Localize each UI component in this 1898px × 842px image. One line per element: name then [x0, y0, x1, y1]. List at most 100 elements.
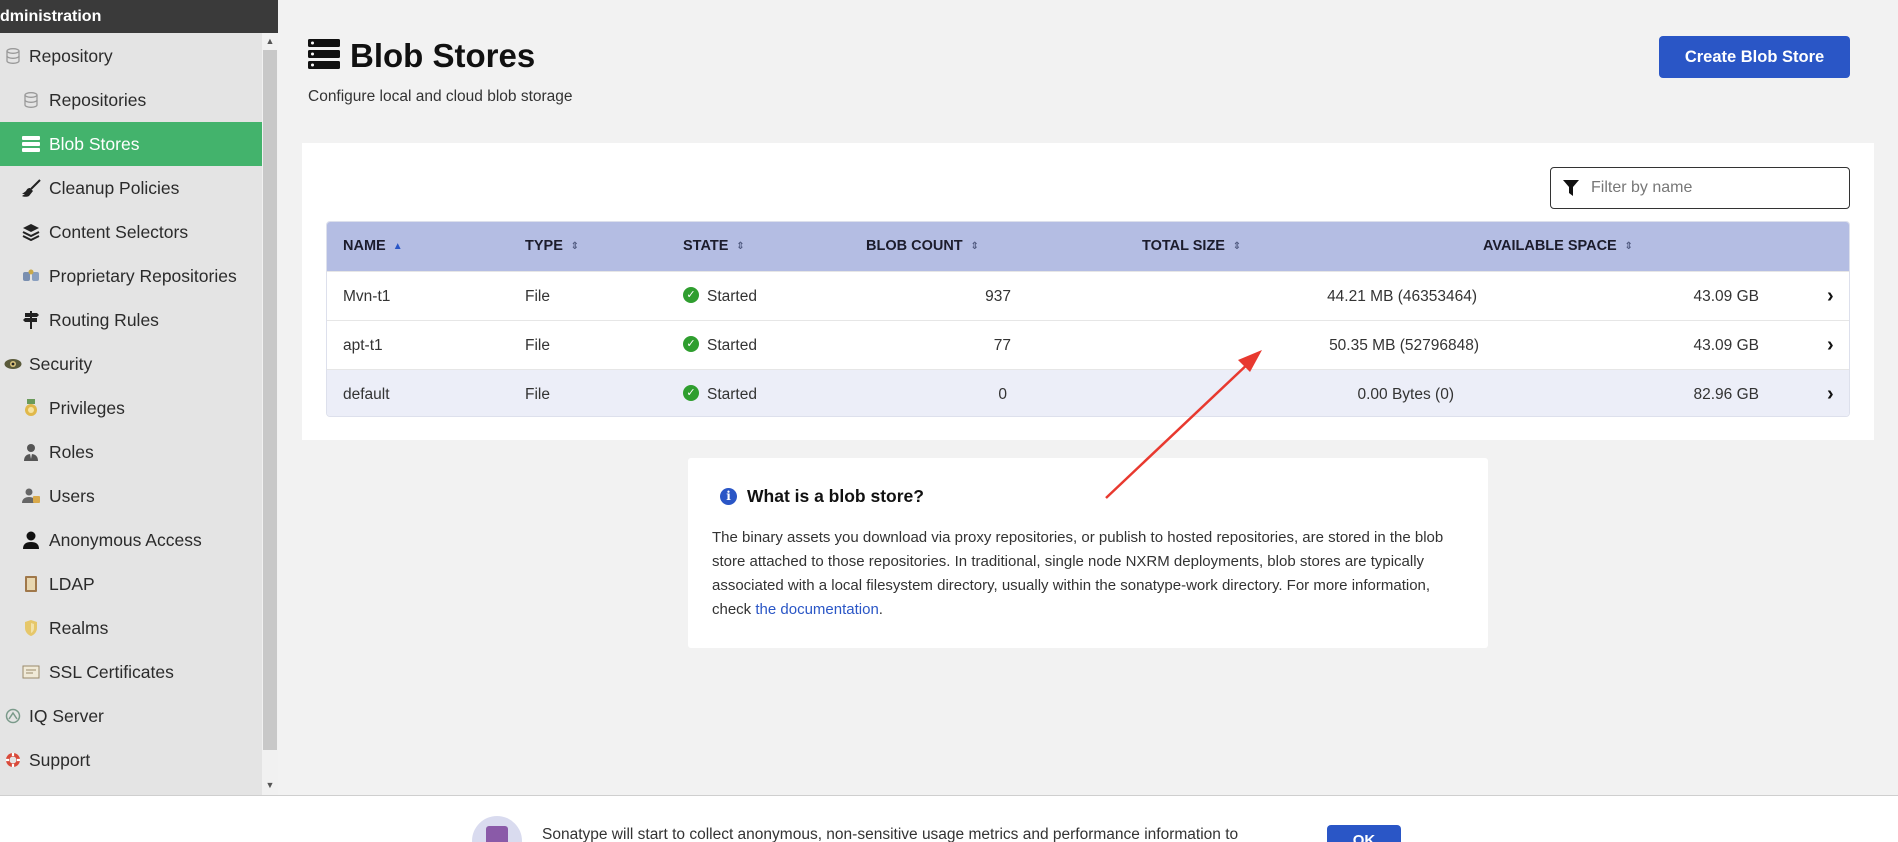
chevron-right-icon[interactable]: ›	[1827, 370, 1834, 416]
sidebar-item-label: Support	[29, 750, 91, 770]
table-row[interactable]: default File ✓ Started 0 0.00 Bytes (0) 8…	[327, 369, 1849, 416]
info-title: What is a blob store?	[747, 486, 924, 506]
check-circle-icon: ✓	[683, 287, 699, 304]
sidebar: dministration Repository Repositories Bl…	[0, 0, 278, 795]
user-icon	[21, 518, 41, 562]
table-header: NAME ▲ TYPE ⇕ STATE ⇕ BLOB COUNT ⇕ TOTAL SIZ…	[327, 222, 1849, 271]
sidebar-item-ssl-certificates[interactable]: SSL Certificates	[0, 650, 262, 694]
sonatype-logo-icon	[472, 816, 522, 842]
signpost-icon	[21, 298, 41, 342]
check-circle-icon: ✓	[683, 385, 699, 402]
cell-total-size: 0.00 Bytes (0)	[1357, 386, 1455, 403]
sidebar-nav: Repository Repositories Blob Stores Clea…	[0, 34, 262, 782]
cell-total-size: 50.35 MB (52796848)	[1329, 337, 1479, 354]
server-icon	[308, 38, 340, 74]
sidebar-item-proprietary-repositories[interactable]: Proprietary Repositories	[0, 254, 262, 298]
sidebar-item-label: Privileges	[49, 398, 125, 418]
sort-icon: ⇕	[970, 240, 979, 252]
sidebar-scroll-thumb[interactable]	[263, 50, 277, 750]
create-blob-store-button[interactable]: Create Blob Store	[1659, 36, 1850, 78]
sidebar-item-roles[interactable]: Roles	[0, 430, 262, 474]
info-header: i What is a blob store?	[720, 486, 924, 507]
sidebar-item-label: IQ Server	[29, 706, 104, 726]
certificate-icon	[21, 650, 41, 694]
eye-icon	[3, 342, 23, 386]
chevron-right-icon[interactable]: ›	[1827, 272, 1834, 321]
cell-available-space: 43.09 GB	[1693, 337, 1760, 354]
sidebar-item-label: Content Selectors	[49, 222, 189, 242]
documentation-link[interactable]: the documentation	[755, 601, 878, 618]
sidebar-item-security[interactable]: Security	[0, 342, 262, 386]
table-row[interactable]: Mvn-t1 File ✓ Started 937 44.21 MB (46353…	[327, 271, 1849, 321]
page-subtitle: Configure local and cloud blob storage	[308, 88, 573, 105]
sidebar-item-anonymous-access[interactable]: Anonymous Access	[0, 518, 262, 562]
sidebar-item-label: Blob Stores	[49, 134, 140, 154]
page-title: Blob Stores	[350, 37, 536, 74]
proprietary-icon	[21, 254, 41, 298]
usage-metrics-banner: Sonatype will start to collect anonymous…	[0, 795, 1898, 842]
sidebar-item-routing-rules[interactable]: Routing Rules	[0, 298, 262, 342]
book-icon	[21, 562, 41, 606]
column-header-name[interactable]: NAME ▲	[343, 222, 403, 271]
lifebuoy-icon	[3, 738, 23, 782]
column-header-state[interactable]: STATE ⇕	[683, 222, 745, 271]
sidebar-item-privileges[interactable]: Privileges	[0, 386, 262, 430]
shield-icon	[21, 606, 41, 650]
sidebar-item-label: Users	[49, 486, 95, 506]
database-icon	[21, 78, 41, 122]
sidebar-item-repositories[interactable]: Repositories	[0, 78, 262, 122]
sidebar-item-users[interactable]: Users	[0, 474, 262, 518]
table-row[interactable]: apt-t1 File ✓ Started 77 50.35 MB (527968…	[327, 320, 1849, 370]
chevron-right-icon[interactable]: ›	[1827, 321, 1834, 370]
filter-icon	[1551, 180, 1591, 196]
cell-name: default	[343, 386, 390, 403]
sort-icon: ⇕	[736, 240, 745, 252]
blob-store-info-card: i What is a blob store? The binary asset…	[688, 458, 1488, 648]
info-icon: i	[720, 488, 737, 505]
sidebar-item-repository[interactable]: Repository	[0, 34, 262, 78]
sort-ascending-icon: ▲	[392, 240, 403, 252]
sidebar-item-label: Cleanup Policies	[49, 178, 180, 198]
cell-blob-count: 77	[993, 337, 1011, 354]
sidebar-item-label: Roles	[49, 442, 94, 462]
cell-available-space: 43.09 GB	[1693, 288, 1760, 305]
sidebar-item-cleanup-policies[interactable]: Cleanup Policies	[0, 166, 262, 210]
medal-icon	[21, 386, 41, 430]
scroll-down-arrow-icon[interactable]: ▼	[262, 778, 278, 792]
filter-input[interactable]	[1591, 179, 1841, 197]
column-header-blob-count[interactable]: BLOB COUNT ⇕	[866, 222, 980, 271]
user-tie-icon	[21, 430, 41, 474]
sidebar-item-label: LDAP	[49, 574, 95, 594]
cell-type: File	[525, 386, 550, 403]
blob-stores-table: NAME ▲ TYPE ⇕ STATE ⇕ BLOB COUNT ⇕ TOTAL SIZ…	[326, 221, 1850, 417]
cell-state: ✓ Started	[683, 370, 757, 416]
sidebar-item-content-selectors[interactable]: Content Selectors	[0, 210, 262, 254]
check-circle-icon: ✓	[683, 336, 699, 353]
sidebar-item-label: Anonymous Access	[49, 530, 202, 550]
sort-icon: ⇕	[1624, 240, 1633, 252]
sidebar-item-label: Repositories	[49, 90, 147, 110]
scroll-up-arrow-icon[interactable]: ▲	[262, 34, 278, 48]
cell-type: File	[525, 337, 550, 354]
filter-box[interactable]	[1550, 167, 1850, 209]
sidebar-item-ldap[interactable]: LDAP	[0, 562, 262, 606]
sort-icon: ⇕	[570, 240, 580, 252]
broom-icon	[21, 166, 41, 210]
users-icon	[21, 474, 41, 518]
column-header-type[interactable]: TYPE ⇕	[525, 222, 580, 271]
sidebar-item-label: Realms	[49, 618, 109, 638]
cell-blob-count: 0	[998, 386, 1007, 403]
cell-blob-count: 937	[985, 288, 1011, 305]
cell-name: apt-t1	[343, 337, 383, 354]
cell-available-space: 82.96 GB	[1693, 386, 1760, 403]
column-header-total-size[interactable]: TOTAL SIZE ⇕	[1142, 222, 1242, 271]
sidebar-item-realms[interactable]: Realms	[0, 606, 262, 650]
sidebar-item-iq-server[interactable]: IQ Server	[0, 694, 262, 738]
sidebar-item-label: Routing Rules	[49, 310, 159, 330]
sidebar-item-blob-stores[interactable]: Blob Stores	[0, 122, 262, 166]
layers-icon	[21, 210, 41, 254]
column-header-available-space[interactable]: AVAILABLE SPACE ⇕	[1483, 222, 1634, 271]
sidebar-item-support[interactable]: Support	[0, 738, 262, 782]
cell-total-size: 44.21 MB (46353464)	[1327, 288, 1477, 305]
ok-button[interactable]: OK	[1327, 825, 1401, 842]
